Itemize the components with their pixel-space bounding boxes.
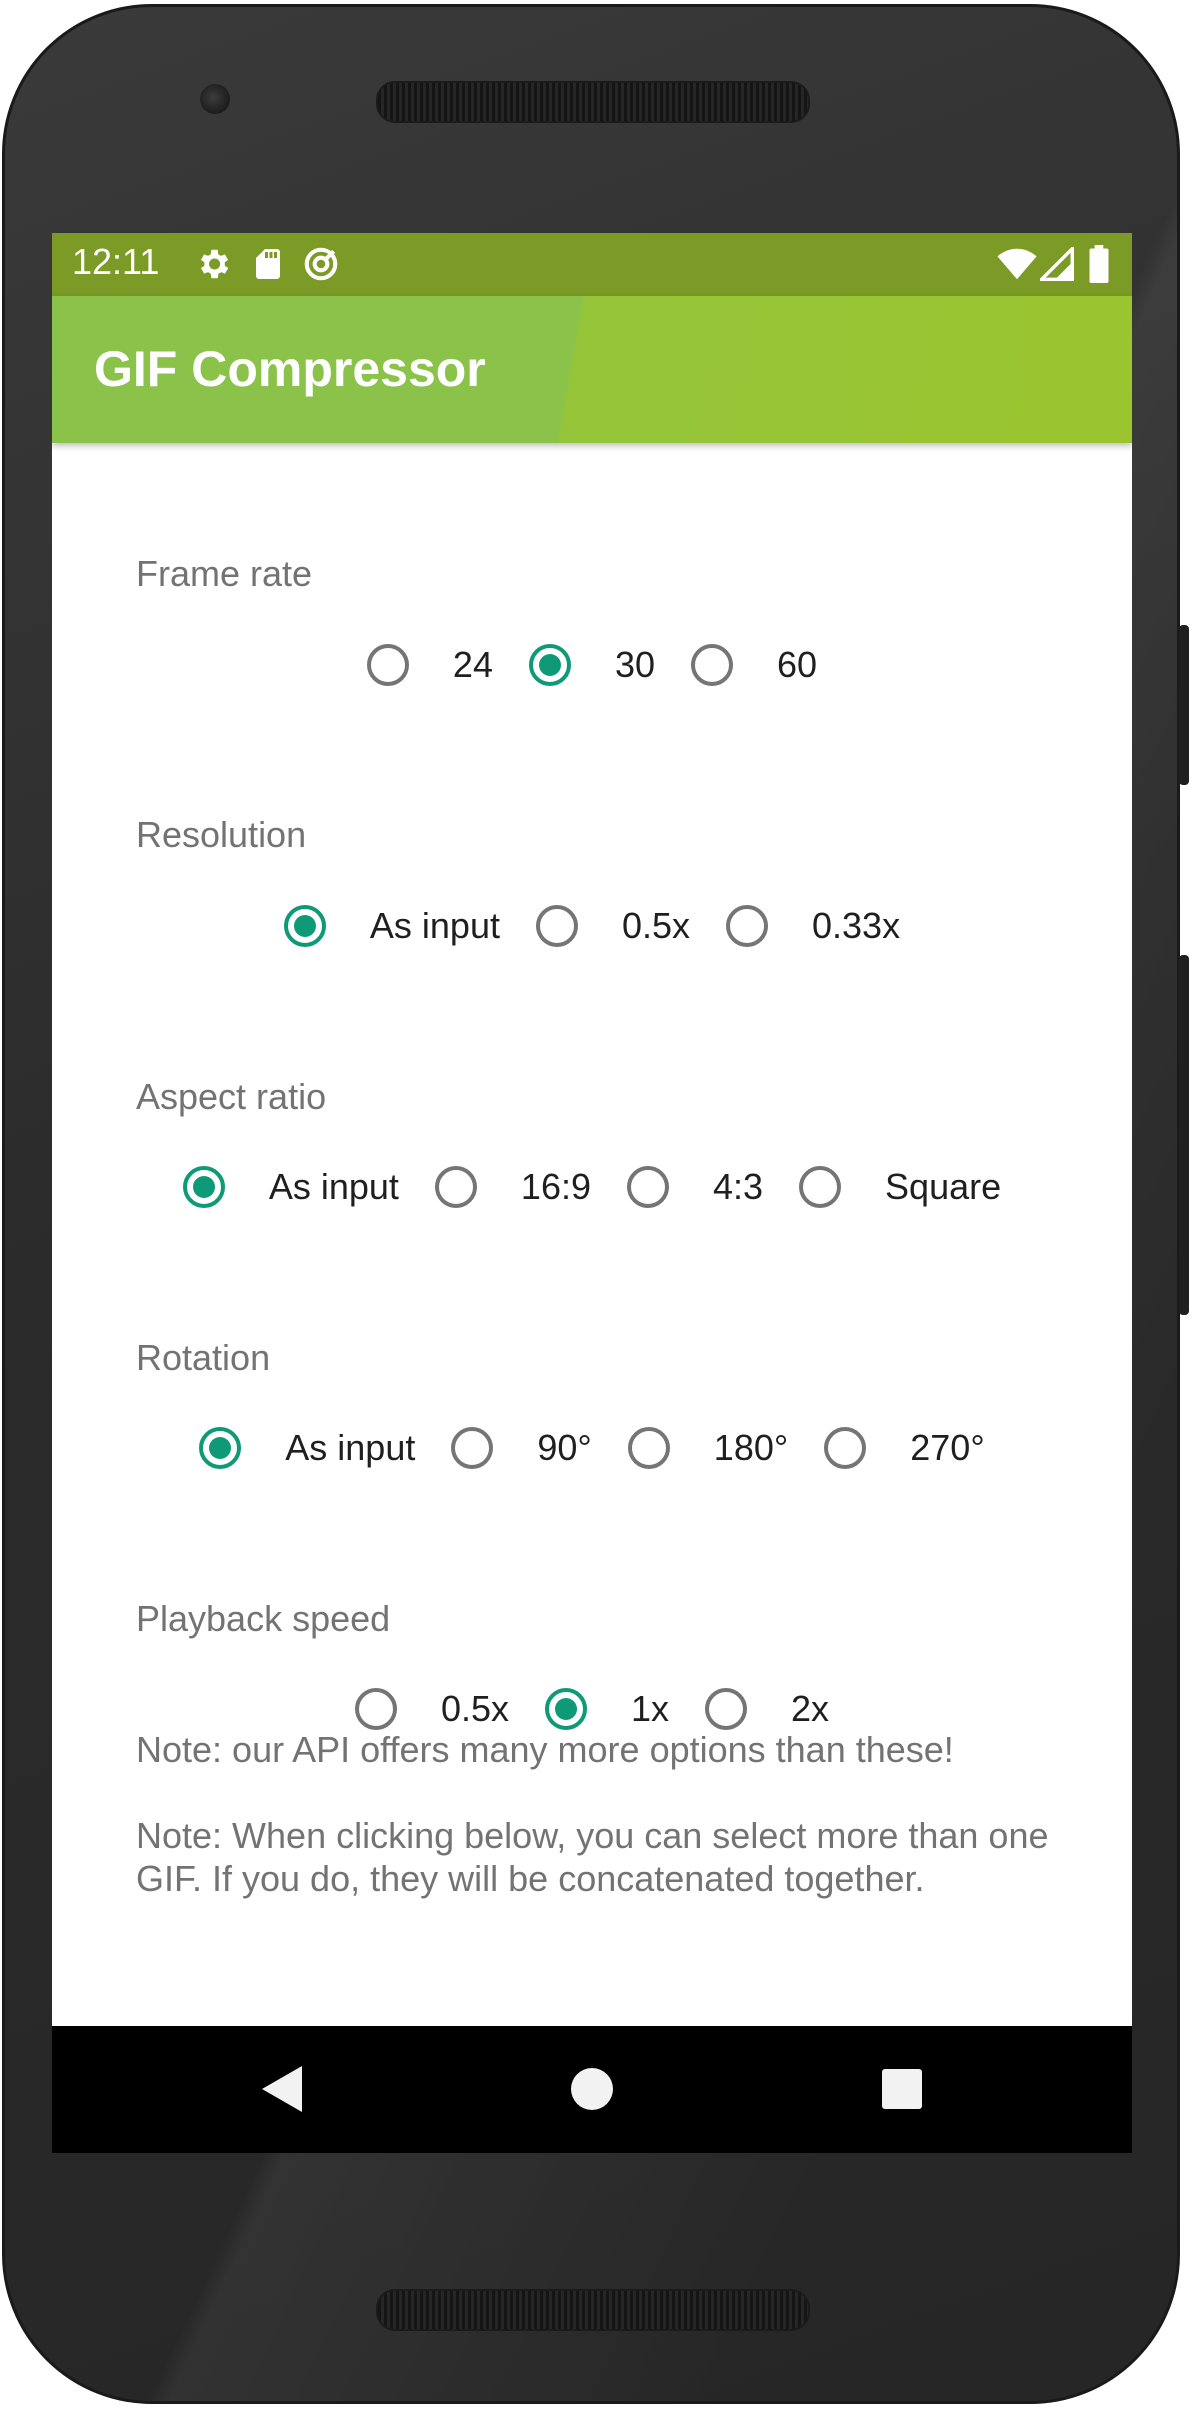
radio-button[interactable] [691, 644, 734, 686]
rotation-option-270[interactable]: 270° [824, 1427, 985, 1469]
status-time: 12:11 [72, 241, 160, 282]
radio-button[interactable] [627, 1166, 669, 1208]
option-label: As input [285, 1427, 416, 1468]
radio-button-checked[interactable] [544, 1688, 587, 1730]
radio-button[interactable] [627, 1427, 670, 1469]
playback-speed-option-1x[interactable]: 1x [544, 1688, 670, 1730]
radio-button[interactable] [434, 1166, 477, 1208]
radio-button-checked[interactable] [182, 1166, 225, 1208]
volume-button [1179, 955, 1189, 1315]
api-options-note: Note: our API offers many more options t… [136, 1729, 954, 1770]
battery-icon [1089, 245, 1109, 283]
back-icon[interactable] [258, 2064, 304, 2114]
option-label: 180° [713, 1427, 789, 1468]
playback-speed-option-2x[interactable]: 2x [705, 1688, 829, 1730]
radio-button[interactable] [824, 1427, 867, 1469]
resolution-radio-group: As input 0.5x 0.33x [52, 891, 1132, 961]
option-label: 0.5x [621, 905, 691, 946]
aspect-ratio-option-16-9[interactable]: 16:9 [434, 1166, 591, 1208]
option-label: As input [369, 905, 500, 946]
home-icon[interactable] [569, 2066, 615, 2112]
screen: 12:11 GIF Compressor Frame rate 24 30 60… [52, 233, 1132, 2153]
radio-button-checked[interactable] [283, 905, 326, 947]
gear-icon [200, 249, 229, 279]
option-label: 0.5x [440, 1688, 509, 1729]
frame-rate-option-30[interactable]: 30 [528, 644, 656, 686]
option-label: 60 [777, 644, 818, 685]
aspect-ratio-option-square[interactable]: Square [799, 1166, 1001, 1208]
rotation-option-180[interactable]: 180° [627, 1427, 789, 1469]
option-label: 0.33x [812, 905, 901, 946]
aspect-ratio-option-4-3[interactable]: 4:3 [627, 1166, 763, 1208]
radio-button-checked[interactable] [199, 1427, 242, 1469]
option-label: 30 [614, 644, 656, 685]
sd-card-icon [256, 249, 280, 279]
app-bar: GIF Compressor [52, 296, 1132, 443]
option-label: 2x [791, 1688, 830, 1729]
resolution-option-as-input[interactable]: As input [283, 905, 500, 947]
option-label: 270° [910, 1427, 985, 1468]
aspect-ratio-radio-group: As input 16:9 4:3 Square [52, 1152, 1132, 1222]
option-label: 24 [452, 644, 493, 685]
frame-rate-option-60[interactable]: 60 [691, 644, 817, 686]
playback-speed-option-0-5x[interactable]: 0.5x [354, 1688, 509, 1730]
radio-button[interactable] [451, 1427, 494, 1469]
concatenation-note: Note: When clicking below, you can selec… [136, 1815, 1049, 1899]
option-label: 1x [630, 1688, 670, 1729]
recents-icon[interactable] [881, 2068, 923, 2110]
radio-button[interactable] [705, 1688, 748, 1730]
power-button [1179, 625, 1189, 785]
bottom-speaker [376, 2289, 810, 2331]
option-label: 90° [537, 1427, 592, 1468]
radio-button[interactable] [354, 1688, 397, 1730]
option-label: Square [885, 1166, 1002, 1207]
rotation-label: Rotation [136, 1337, 271, 1378]
radio-button-checked[interactable] [528, 644, 571, 686]
rotation-option-as-input[interactable]: As input [199, 1427, 415, 1469]
playback-speed-label: Playback speed [136, 1598, 391, 1639]
option-label: 4:3 [713, 1166, 764, 1207]
aspect-ratio-option-as-input[interactable]: As input [182, 1166, 399, 1208]
radio-button[interactable] [726, 905, 769, 947]
frame-rate-label: Frame rate [136, 553, 313, 594]
radio-button[interactable] [535, 905, 578, 947]
app-title: GIF Compressor [94, 341, 486, 397]
resolution-label: Resolution [136, 814, 307, 855]
sync-icon [304, 247, 338, 281]
top-speaker [376, 81, 810, 123]
radio-button[interactable] [366, 644, 409, 686]
resolution-option-0-33x[interactable]: 0.33x [726, 905, 900, 947]
status-bar: 12:11 [52, 233, 1132, 296]
radio-button[interactable] [799, 1166, 842, 1208]
navigation-bar [52, 2026, 1132, 2153]
rotation-radio-group: As input 90° 180° 270° [52, 1413, 1132, 1483]
frame-rate-option-24[interactable]: 24 [366, 644, 493, 686]
frame-rate-radio-group: 24 30 60 [52, 630, 1132, 700]
front-camera [200, 84, 230, 114]
signal-icon [1040, 247, 1074, 281]
option-label: As input [268, 1166, 399, 1207]
wifi-icon [997, 248, 1037, 280]
settings-content: Frame rate 24 30 60 Resolution As input [52, 443, 1132, 2006]
resolution-option-0-5x[interactable]: 0.5x [535, 905, 691, 947]
aspect-ratio-label: Aspect ratio [136, 1076, 327, 1117]
option-label: 16:9 [520, 1166, 591, 1207]
rotation-option-90[interactable]: 90° [451, 1427, 592, 1469]
